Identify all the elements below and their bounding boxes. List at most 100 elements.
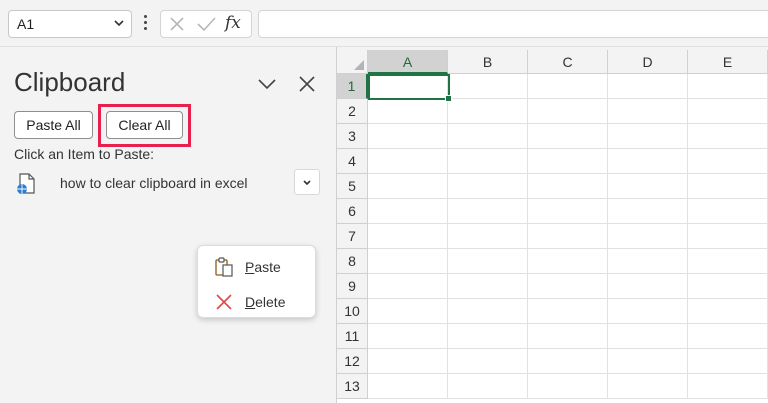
cell-a5[interactable]	[368, 174, 448, 199]
row-header-6[interactable]: 6	[337, 199, 368, 224]
cell-a7[interactable]	[368, 224, 448, 249]
cell-c6[interactable]	[528, 199, 608, 224]
cell-b8[interactable]	[448, 249, 528, 274]
select-all-corner[interactable]	[337, 50, 368, 74]
pane-options-chevron-icon[interactable]	[256, 77, 278, 91]
cell-e3[interactable]	[688, 124, 768, 149]
cell-c13[interactable]	[528, 374, 608, 399]
row-header-3[interactable]: 3	[337, 124, 368, 149]
column-header-e[interactable]: E	[688, 50, 768, 74]
cell-c7[interactable]	[528, 224, 608, 249]
row-header-10[interactable]: 10	[337, 299, 368, 324]
cell-b10[interactable]	[448, 299, 528, 324]
enter-check-icon[interactable]	[195, 14, 217, 34]
worksheet-grid[interactable]: A B C D E 1 2 3 4 5 6 7 8 9 10 11 12 13	[337, 50, 768, 403]
insert-function-icon[interactable]: fx	[225, 13, 241, 33]
cell-c8[interactable]	[528, 249, 608, 274]
cell-d9[interactable]	[608, 274, 688, 299]
cell-b7[interactable]	[448, 224, 528, 249]
paste-menu-item[interactable]: Paste	[198, 251, 315, 281]
cell-c9[interactable]	[528, 274, 608, 299]
cell-d11[interactable]	[608, 324, 688, 349]
column-header-d[interactable]: D	[608, 50, 688, 74]
cell-a8[interactable]	[368, 249, 448, 274]
row-header-5[interactable]: 5	[337, 174, 368, 199]
cell-c5[interactable]	[528, 174, 608, 199]
cell-e12[interactable]	[688, 349, 768, 374]
cell-e13[interactable]	[688, 374, 768, 399]
cell-d7[interactable]	[608, 224, 688, 249]
cell-a4[interactable]	[368, 149, 448, 174]
cell-d13[interactable]	[608, 374, 688, 399]
cell-b4[interactable]	[448, 149, 528, 174]
cell-e5[interactable]	[688, 174, 768, 199]
column-header-b[interactable]: B	[448, 50, 528, 74]
row-header-12[interactable]: 12	[337, 349, 368, 374]
cancel-icon[interactable]	[167, 14, 187, 34]
cell-a10[interactable]	[368, 299, 448, 324]
cell-b13[interactable]	[448, 374, 528, 399]
cell-e9[interactable]	[688, 274, 768, 299]
cell-a11[interactable]	[368, 324, 448, 349]
row-header-8[interactable]: 8	[337, 249, 368, 274]
cell-d3[interactable]	[608, 124, 688, 149]
item-dropdown-button[interactable]	[294, 169, 320, 195]
chevron-down-icon[interactable]	[113, 11, 125, 46]
row-header-4[interactable]: 4	[337, 149, 368, 174]
cell-d1[interactable]	[608, 74, 688, 99]
row-header-9[interactable]: 9	[337, 274, 368, 299]
cell-e4[interactable]	[688, 149, 768, 174]
cell-d12[interactable]	[608, 349, 688, 374]
clipboard-item[interactable]: how to clear clipboard in excel	[10, 169, 326, 199]
row-header-7[interactable]: 7	[337, 224, 368, 249]
cell-a12[interactable]	[368, 349, 448, 374]
cell-a9[interactable]	[368, 274, 448, 299]
delete-menu-item[interactable]: Delete	[198, 286, 315, 316]
cell-a6[interactable]	[368, 199, 448, 224]
cell-b6[interactable]	[448, 199, 528, 224]
cell-d4[interactable]	[608, 149, 688, 174]
cell-e10[interactable]	[688, 299, 768, 324]
more-options-icon[interactable]	[141, 12, 149, 36]
cell-e8[interactable]	[688, 249, 768, 274]
active-cell-selection[interactable]	[368, 74, 452, 102]
formula-input[interactable]	[258, 10, 768, 38]
cell-c12[interactable]	[528, 349, 608, 374]
cell-b11[interactable]	[448, 324, 528, 349]
cell-b5[interactable]	[448, 174, 528, 199]
row-header-13[interactable]: 13	[337, 374, 368, 399]
column-header-c[interactable]: C	[528, 50, 608, 74]
cell-e1[interactable]	[688, 74, 768, 99]
cell-b3[interactable]	[448, 124, 528, 149]
close-icon[interactable]	[298, 75, 316, 93]
formula-bar-row: A1 fx	[0, 0, 768, 47]
cell-e6[interactable]	[688, 199, 768, 224]
row-header-1[interactable]: 1	[337, 74, 368, 99]
paste-all-button[interactable]: Paste All	[14, 111, 93, 139]
cell-d5[interactable]	[608, 174, 688, 199]
row-header-11[interactable]: 11	[337, 324, 368, 349]
cell-e11[interactable]	[688, 324, 768, 349]
cell-d2[interactable]	[608, 99, 688, 124]
cell-b12[interactable]	[448, 349, 528, 374]
cell-a13[interactable]	[368, 374, 448, 399]
cell-c10[interactable]	[528, 299, 608, 324]
cell-b1[interactable]	[448, 74, 528, 99]
cell-d10[interactable]	[608, 299, 688, 324]
cell-a2[interactable]	[368, 99, 448, 124]
name-box[interactable]: A1	[8, 10, 132, 38]
cell-b2[interactable]	[448, 99, 528, 124]
cell-c3[interactable]	[528, 124, 608, 149]
cell-d6[interactable]	[608, 199, 688, 224]
cell-c2[interactable]	[528, 99, 608, 124]
cell-e7[interactable]	[688, 224, 768, 249]
cell-a3[interactable]	[368, 124, 448, 149]
cell-c4[interactable]	[528, 149, 608, 174]
cell-c11[interactable]	[528, 324, 608, 349]
cell-c1[interactable]	[528, 74, 608, 99]
column-header-a[interactable]: A	[368, 50, 448, 74]
cell-e2[interactable]	[688, 99, 768, 124]
cell-d8[interactable]	[608, 249, 688, 274]
row-header-2[interactable]: 2	[337, 99, 368, 124]
cell-b9[interactable]	[448, 274, 528, 299]
